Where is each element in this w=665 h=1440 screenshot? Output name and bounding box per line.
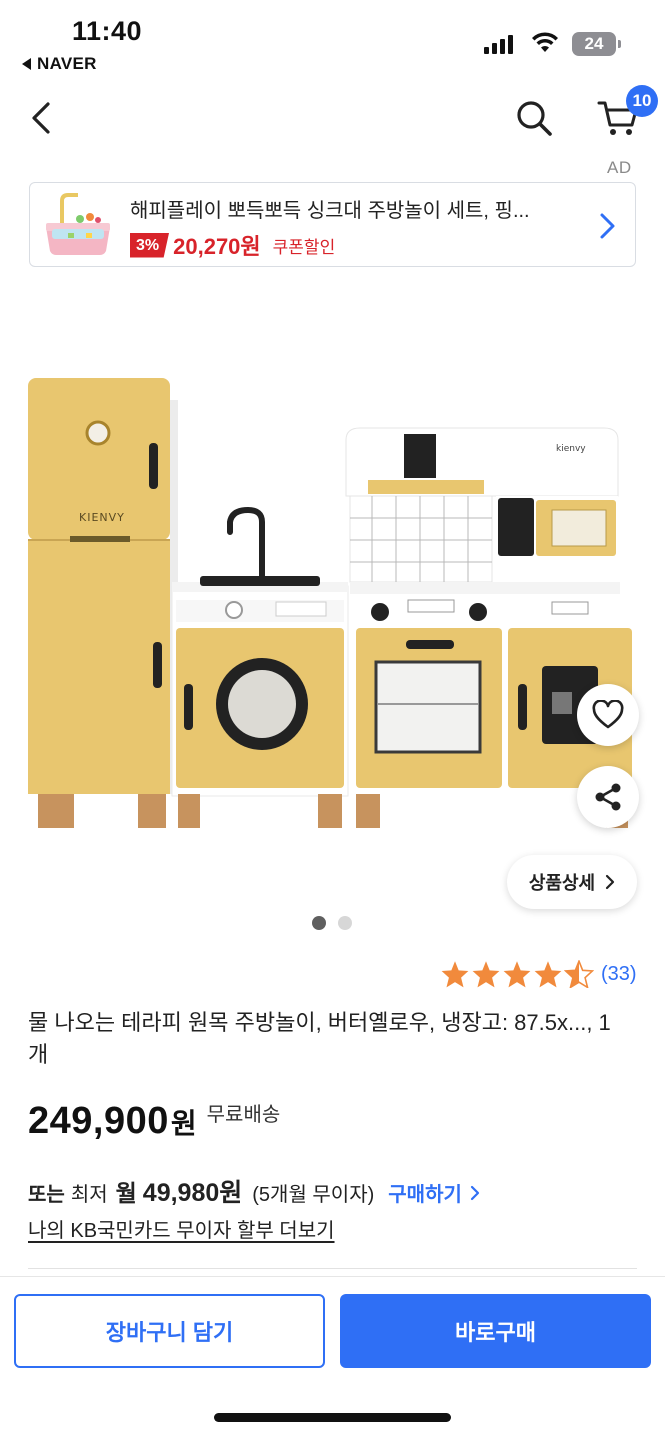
rating[interactable]: (33) [440,960,637,988]
search-icon[interactable] [514,98,554,138]
brand-mark-fridge: KIENVY [79,511,125,524]
chevron-right-icon [606,874,615,890]
star-half-icon [564,960,594,988]
cellular-signal-icon [484,34,513,54]
installment-months: (5개월 무이자) [252,1184,375,1206]
image-pagination [312,916,352,930]
installment-lowest-label: 최저 [70,1184,108,1206]
cart-count-badge: 10 [626,85,658,117]
star-icon [503,961,531,988]
price-unit: 원 [170,1108,197,1139]
wifi-icon [532,32,558,52]
ad-price: 20,270원 [173,234,261,259]
share-button[interactable] [577,766,639,828]
shipping-label: 무료배송 [206,1104,281,1126]
installment-row: 또는 최저 월 49,980원 (5개월 무이자) 구매하기 [28,1173,480,1209]
installment-buy-label: 구매하기 [388,1184,462,1206]
status-time: 11:40 [72,16,143,46]
add-to-cart-button[interactable]: 장바구니 담기 [14,1294,325,1368]
battery-icon: 24 [572,32,621,56]
kb-card-installment-link[interactable]: 나의 KB국민카드 무이자 할부 더보기 [28,1214,335,1243]
share-icon [595,783,621,811]
ad-title: 해피플레이 뽀득뽀득 싱크대 주방놀이 세트, 핑... [130,200,530,222]
back-app-label: NAVER [37,54,97,73]
pagination-dot[interactable] [338,916,352,930]
heart-icon [592,700,624,729]
back-to-app-link[interactable]: NAVER [22,54,97,74]
brand-mark-stove: kienvy [556,444,586,454]
ad-price-row: 3% 20,270원 쿠폰할인 [130,229,335,261]
ad-discount-badge: 3% [130,232,170,258]
review-count[interactable]: (33) [601,963,637,986]
wishlist-heart-button[interactable] [577,684,639,746]
status-bar: 11:40 NAVER 24 [0,0,665,80]
back-triangle-icon [22,58,31,70]
product-detail-button[interactable]: 상품상세 [507,855,637,909]
product-title: 물 나오는 테라피 원목 주방놀이, 버터옐로우, 냉장고: 87.5x...,… [28,1010,611,1067]
installment-amount: 49,980원 [142,1179,243,1207]
ad-banner[interactable]: 해피플레이 뽀득뽀득 싱크대 주방놀이 세트, 핑... 3% 20,270원 … [29,182,636,267]
price-row: 249,900 원 무료배송 [28,1100,280,1143]
home-indicator[interactable] [214,1413,451,1422]
chevron-right-icon [600,213,615,239]
ad-product-thumbnail [46,193,110,255]
star-icon [441,961,469,988]
product-price: 249,900 [28,1100,169,1142]
buy-now-button[interactable]: 바로구매 [340,1294,651,1368]
star-icon [534,961,562,988]
pagination-dot-active[interactable] [312,916,326,930]
back-arrow-icon[interactable] [24,100,60,136]
installment-month-label: 월 [115,1180,137,1206]
ad-label: AD [607,158,632,177]
ad-coupon-label: 쿠폰할인 [272,237,336,257]
installment-or-label: 또는 [28,1184,65,1206]
installment-buy-link[interactable]: 구매하기 [388,1178,480,1207]
chevron-right-icon [470,1185,479,1200]
divider [28,1268,637,1269]
product-detail-label: 상품상세 [528,873,596,893]
star-icon [472,961,500,988]
product-image[interactable]: KIENVY kienvy [0,300,665,900]
